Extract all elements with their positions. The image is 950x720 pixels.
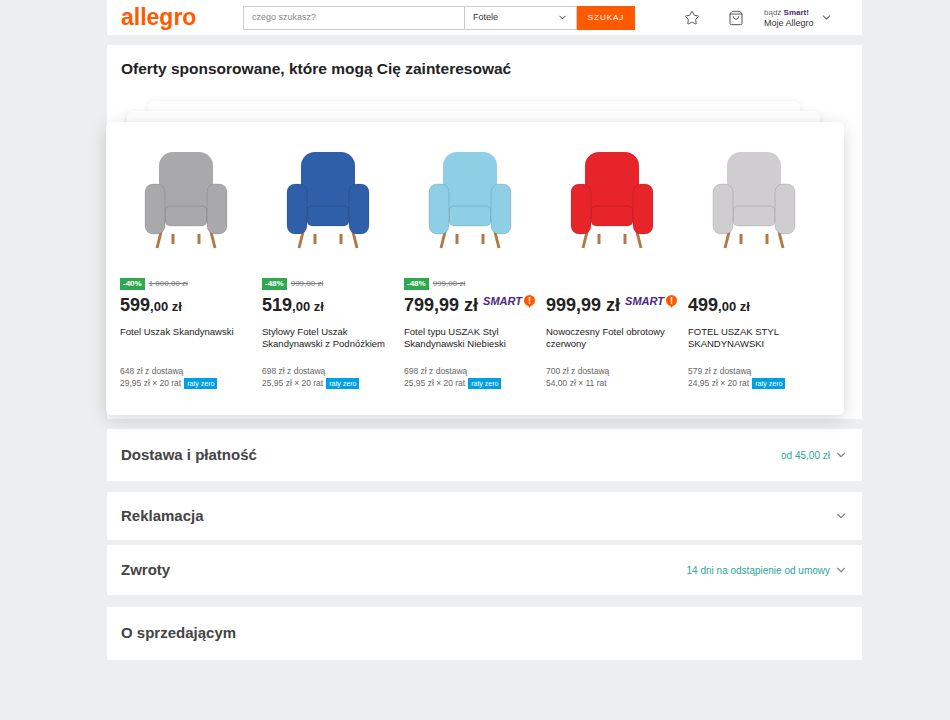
delivery-price: 700 zł z dostawą <box>546 365 678 377</box>
bag-icon[interactable] <box>728 10 744 26</box>
price: 499,00 zł <box>688 294 820 316</box>
search-input[interactable] <box>243 6 465 30</box>
sponsored-title: Oferty sponsorowane, które mogą Cię zain… <box>107 45 862 79</box>
info-section[interactable]: O sprzedającym <box>107 607 862 660</box>
product-image-icon <box>131 144 241 254</box>
product-image <box>262 136 394 261</box>
price: 799,99 złSMART <box>404 294 536 316</box>
product-image-icon <box>415 144 525 254</box>
smart-exclamation-icon <box>524 295 535 308</box>
info-section[interactable]: Dostawa i płatnośćod 45,00 zł <box>107 429 862 481</box>
installments: 24,95 zł × 20 rat <box>688 377 749 389</box>
zero-installments-badge: raty zero <box>326 378 359 389</box>
chevron-down-icon <box>834 563 848 577</box>
category-select[interactable]: Fotele <box>465 6 577 30</box>
allegro-logo[interactable]: allegro <box>121 6 243 29</box>
installments: 25,95 zł × 20 rat <box>262 377 323 389</box>
sponsored-panel: Oferty sponsorowane, które mogą Cię zain… <box>107 45 862 419</box>
star-icon[interactable] <box>684 10 700 26</box>
search-bar: FoteleSZUKAJ <box>243 6 635 30</box>
zero-installments-badge: raty zero <box>468 378 501 389</box>
price: 999,99 złSMART <box>546 294 678 316</box>
chevron-down-icon <box>834 448 848 462</box>
product-card[interactable]: -48% 999,00 zł 799,99 złSMART Fotel typu US… <box>404 122 546 395</box>
smart-badge: SMART <box>483 295 535 308</box>
info-section[interactable]: Reklamacja <box>107 492 862 540</box>
product-card[interactable]: -40% 1 000,00 zł 599,00 zł Fotel Uszak Skan… <box>120 122 262 395</box>
price: 599,00 zł <box>120 294 252 316</box>
product-card[interactable]: 499,00 zł FOTEL USZAK STYL SKANDYNAWSKI 57… <box>688 122 830 395</box>
price: 519,00 zł <box>262 294 394 316</box>
products-carousel: -40% 1 000,00 zł 599,00 zł Fotel Uszak Skan… <box>106 122 844 415</box>
product-image <box>688 136 820 261</box>
product-image <box>120 136 252 261</box>
installments: 25,95 zł × 20 rat <box>404 377 465 389</box>
product-name[interactable]: Fotel Uszak Skandynawski <box>120 326 252 362</box>
delivery-price: 579 zł z dostawą <box>688 365 820 377</box>
discount-badge: -48% <box>262 278 287 290</box>
chevron-down-icon <box>834 509 848 523</box>
product-card[interactable]: 999,99 złSMART Nowoczesny Fotel obrotowy … <box>546 122 688 395</box>
zero-installments-badge: raty zero <box>184 378 217 389</box>
smart-badge: SMART <box>625 295 677 308</box>
delivery-price: 698 zł z dostawą <box>262 365 394 377</box>
delivery-price: 648 zł z dostawą <box>120 365 252 377</box>
product-image-icon <box>557 144 667 254</box>
product-image-icon <box>273 144 383 254</box>
chevron-down-icon <box>820 11 833 24</box>
chevron-down-icon <box>557 12 568 23</box>
search-button[interactable]: SZUKAJ <box>577 6 635 30</box>
installments: 54,00 zł × 11 rat <box>546 377 607 389</box>
smart-exclamation-icon <box>666 295 677 308</box>
old-price: 999,00 zł <box>433 278 465 290</box>
discount-badge: -40% <box>120 278 145 290</box>
delivery-price: 698 zł z dostawą <box>404 365 536 377</box>
discount-badge: -48% <box>404 278 429 290</box>
product-name[interactable]: Stylowy Fotel Uszak Skandynawski z Podnó… <box>262 326 394 362</box>
zero-installments-badge: raty zero <box>752 378 785 389</box>
product-image-icon <box>699 144 809 254</box>
info-section[interactable]: Zwroty14 dni na odstąpienie od umowy <box>107 545 862 595</box>
product-image <box>404 136 536 261</box>
old-price: 1 000,00 zł <box>149 278 188 290</box>
old-price: 999,00 zł <box>291 278 323 290</box>
product-name[interactable]: Nowoczesny Fotel obrotowy czerwony <box>546 326 678 362</box>
top-bar: allegroFoteleSZUKAJbądź Smart!Moje Alleg… <box>107 0 862 35</box>
installments: 29,95 zł × 20 rat <box>120 377 181 389</box>
product-card[interactable]: -48% 999,00 zł 519,00 zł Stylowy Fotel Usza… <box>262 122 404 395</box>
product-name[interactable]: Fotel typu USZAK Styl Skandynawski Niebi… <box>404 326 536 362</box>
page: allegroFoteleSZUKAJbądź Smart!Moje Alleg… <box>0 0 950 720</box>
product-name[interactable]: FOTEL USZAK STYL SKANDYNAWSKI <box>688 326 820 362</box>
account-menu[interactable]: bądź Smart!Moje Allegro <box>764 7 833 29</box>
product-image <box>546 136 678 261</box>
